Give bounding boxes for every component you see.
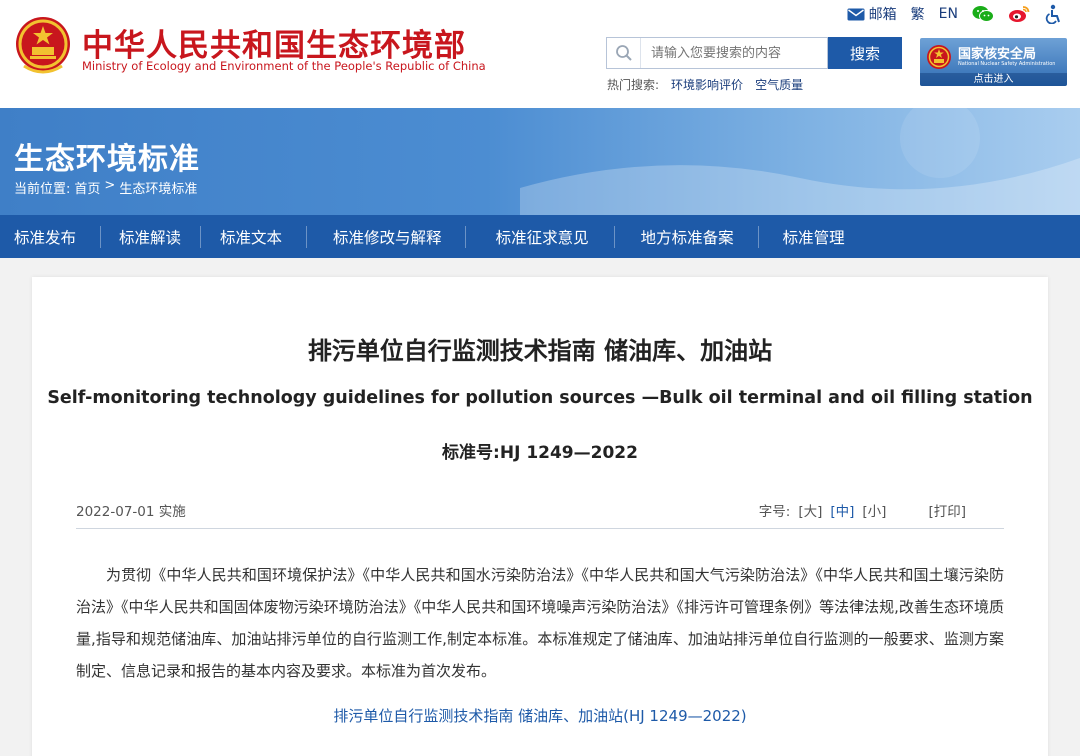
wechat-icon <box>972 6 994 22</box>
article-body: 为贯彻《中华人民共和国环境保护法》《中华人民共和国水污染防治法》《中华人民共和国… <box>76 566 1004 680</box>
nav-item-interpretation[interactable]: 标准解读 <box>111 215 189 258</box>
wechat-link[interactable] <box>972 5 994 23</box>
article-meta: 2022-07-01 实施 字号: [大] [中] [小] [打印] <box>76 497 1004 529</box>
search-icon[interactable] <box>607 38 641 68</box>
weibo-icon <box>1009 6 1030 22</box>
nnsa-enter-label: 点击进入 <box>920 73 1067 86</box>
hot-search-label: 热门搜索: <box>607 78 660 92</box>
hot-link-air-quality[interactable]: 空气质量 <box>755 76 803 93</box>
nav-item-release[interactable]: 标准发布 <box>0 215 76 258</box>
article-card: 排污单位自行监测技术指南 储油库、加油站 Self-monitoring tec… <box>32 277 1048 756</box>
standard-number: 标准号:HJ 1249—2022 <box>442 443 638 463</box>
nav-separator <box>464 225 466 248</box>
nav-item-management[interactable]: 标准管理 <box>773 215 855 258</box>
hot-searches: 热门搜索: 环境影响评价 空气质量 <box>607 76 803 93</box>
nav-separator <box>200 225 202 248</box>
banner-decoration <box>520 108 1080 215</box>
traditional-label: 繁 <box>910 7 925 23</box>
standard-document-link[interactable]: 排污单位自行监测技术指南 储油库、加油站(HJ 1249—2022) <box>32 705 1048 726</box>
nav-separator <box>100 225 102 248</box>
top-toolbar: 邮箱 繁 EN <box>847 4 1062 24</box>
accessibility-icon <box>1045 4 1060 24</box>
print-button[interactable]: [打印] <box>928 500 966 520</box>
nnsa-name-en: National Nuclear Safety Administration <box>958 61 1056 67</box>
breadcrumb: 当前位置: 首页 > 生态环境标准 <box>14 178 197 197</box>
mail-icon <box>847 8 865 20</box>
accessibility-link[interactable] <box>1044 4 1062 24</box>
breadcrumb-prefix: 当前位置: <box>14 182 71 197</box>
hot-link-eia[interactable]: 环境影响评价 <box>671 76 743 93</box>
section-banner: 生态环境标准 当前位置: 首页 > 生态环境标准 <box>0 108 1080 215</box>
nnsa-name: 国家核安全局 <box>958 47 1037 62</box>
mail-link[interactable]: 邮箱 <box>847 4 897 24</box>
national-emblem-icon[interactable] <box>14 14 72 78</box>
nav-separator <box>306 225 308 248</box>
search-button[interactable]: 搜索 <box>828 37 902 69</box>
site-title-en[interactable]: Ministry of Ecology and Environment of t… <box>82 59 486 73</box>
article-title: 排污单位自行监测技术指南 储油库、加油站 <box>307 337 773 365</box>
search-input[interactable] <box>641 39 827 67</box>
nnsa-emblem-icon <box>927 45 951 69</box>
effective-date: 2022-07-01 实施 <box>76 504 186 520</box>
nnsa-entry-button[interactable]: 国家核安全局 National Nuclear Safety Administr… <box>920 38 1067 86</box>
nav-separator <box>613 225 615 248</box>
site-header: 中华人民共和国生态环境部 Ministry of Ecology and Env… <box>0 0 1080 108</box>
breadcrumb-current[interactable]: 生态环境标准 <box>119 178 197 197</box>
font-large-button[interactable]: [大] <box>798 500 822 520</box>
search-box <box>606 37 828 69</box>
breadcrumb-home[interactable]: 首页 <box>74 178 100 197</box>
traditional-chinese-link[interactable]: 繁 <box>911 4 925 24</box>
english-label: EN <box>938 6 958 22</box>
nav-item-consultation[interactable]: 标准征求意见 <box>482 215 603 258</box>
breadcrumb-separator: > <box>104 178 116 193</box>
mail-label: 邮箱 <box>868 7 897 23</box>
weibo-link[interactable] <box>1008 5 1030 23</box>
english-link[interactable]: EN <box>939 6 958 22</box>
font-small-button[interactable]: [小] <box>862 500 886 520</box>
nav-item-local-filing[interactable]: 地方标准备案 <box>629 215 746 258</box>
main-nav: 标准发布 标准解读 标准文本 标准修改与解释 标准征求意见 地方标准备案 标准管… <box>0 215 1080 258</box>
font-medium-button[interactable]: [中] <box>830 500 854 520</box>
nav-separator <box>757 225 759 248</box>
nav-item-text[interactable]: 标准文本 <box>214 215 288 258</box>
section-title: 生态环境标准 <box>14 142 200 177</box>
font-size-label: 字号: <box>758 504 791 520</box>
nav-item-amendment[interactable]: 标准修改与解释 <box>321 215 454 258</box>
font-size-tools: 字号: [大] [中] [小] [打印] <box>759 500 966 520</box>
article-title-en: Self-monitoring technology guidelines fo… <box>47 388 1033 408</box>
